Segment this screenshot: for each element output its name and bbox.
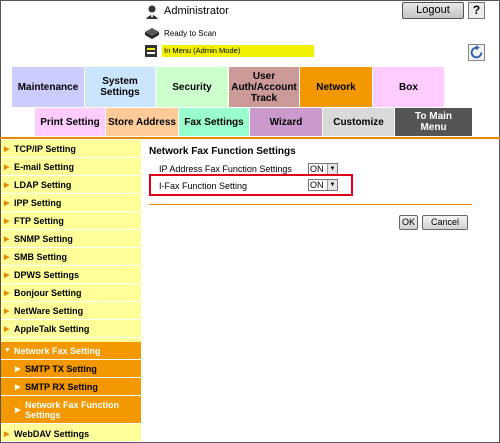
tab-security[interactable]: Security (156, 67, 228, 107)
admin-mode-icon (145, 45, 157, 57)
sidebar-item-label: SMTP RX Setting (25, 381, 98, 392)
sidebar-item-label: AppleTalk Setting (14, 323, 90, 334)
sidebar-item-label: Network Fax Function Settings (25, 399, 120, 420)
mode-indicator: In Menu (Admin Mode) (162, 45, 314, 57)
arrow-icon: ▶ (4, 253, 10, 261)
sidebar-item-label: IPP Setting (14, 197, 62, 208)
sidebar-item-smtp-rx[interactable]: ▶ SMTP RX Setting (1, 378, 141, 396)
tab-maintenance[interactable]: Maintenance (12, 67, 84, 107)
sidebar-item-email[interactable]: ▶ E-mail Setting (1, 158, 141, 176)
tab-system-settings[interactable]: System Settings (85, 67, 155, 107)
scanner-icon (145, 28, 159, 39)
to-main-menu-label: To Main Menu (414, 111, 453, 133)
sidebar-item-network-fax[interactable]: ▼ Network Fax Setting (1, 342, 141, 360)
sidebar-item-label: LDAP Setting (14, 179, 72, 190)
sidebar-item-smb[interactable]: ▶ SMB Setting (1, 248, 141, 266)
sidebar-item-label: SMB Setting (14, 251, 67, 262)
sidebar-item-label: TCP/IP Setting (14, 143, 76, 154)
sidebar-item-ipp[interactable]: ▶ IPP Setting (1, 194, 141, 212)
administrator-icon (146, 5, 158, 19)
arrow-icon: ▶ (4, 289, 10, 297)
content-divider (149, 204, 472, 205)
sidebar-item-ldap[interactable]: ▶ LDAP Setting (1, 176, 141, 194)
sidebar-item-netware[interactable]: ▶ NetWare Setting (1, 302, 141, 320)
arrow-icon: ▶ (4, 307, 10, 315)
tab-store-address[interactable]: Store Address (106, 108, 178, 136)
ok-button[interactable]: OK (399, 215, 418, 230)
sidebar-item-label: E-mail Setting (14, 161, 75, 172)
sidebar-item-smtp-tx[interactable]: ▶ SMTP TX Setting (1, 360, 141, 378)
tab-fax-settings[interactable]: Fax Settings (179, 108, 249, 136)
logout-button[interactable]: Logout (402, 2, 464, 19)
sidebar-item-label: SNMP Setting (14, 233, 73, 244)
chevron-down-icon: ▼ (327, 164, 337, 174)
sidebar-item-ftp[interactable]: ▶ FTP Setting (1, 212, 141, 230)
sidebar-item-label: Network Fax Setting (14, 345, 101, 356)
arrow-icon: ▶ (4, 199, 10, 207)
sidebar-item-bonjour[interactable]: ▶ Bonjour Setting (1, 284, 141, 302)
sidebar-item-label: FTP Setting (14, 215, 64, 226)
sidebar-item-label: DPWS Settings (14, 269, 80, 280)
sidebar-item-label: WebDAV Settings (14, 428, 90, 439)
page-title: Network Fax Function Settings (149, 146, 296, 157)
user-label: Administrator (164, 5, 229, 17)
arrow-icon: ▶ (4, 163, 10, 171)
sidebar-item-label: SMTP TX Setting (25, 363, 97, 374)
tab-print-setting[interactable]: Print Setting (35, 108, 105, 136)
cancel-button[interactable]: Cancel (422, 215, 468, 230)
sidebar-item-tcpip[interactable]: ▶ TCP/IP Setting (1, 140, 141, 158)
highlight-box (149, 174, 353, 196)
arrow-icon: ▶ (4, 217, 10, 225)
sidebar-item-label: Bonjour Setting (14, 287, 82, 298)
sidebar: ▶ TCP/IP Setting ▶ E-mail Setting ▶ LDAP Se… (1, 140, 141, 442)
refresh-icon[interactable] (468, 44, 485, 61)
ip-fax-setting-label: IP Address Fax Function Settings (159, 164, 292, 174)
tab-box[interactable]: Box (373, 67, 444, 107)
arrow-down-icon: ▼ (4, 347, 11, 354)
arrow-icon: ▶ (15, 365, 21, 373)
tab-user-auth[interactable]: User Auth/Account Track (229, 67, 299, 107)
arrow-icon: ▶ (4, 145, 10, 153)
tab-wizard[interactable]: Wizard (250, 108, 322, 136)
sidebar-item-dpws[interactable]: ▶ DPWS Settings (1, 266, 141, 284)
arrow-icon: ▶ (15, 383, 21, 391)
tab-network[interactable]: Network (300, 67, 372, 107)
sidebar-item-webdav[interactable]: ▶ WebDAV Settings (1, 426, 141, 442)
tab-to-main-menu[interactable]: To Main Menu (395, 108, 472, 136)
arrow-icon: ▶ (4, 430, 10, 438)
tab-divider (0, 137, 500, 139)
sidebar-item-snmp[interactable]: ▶ SNMP Setting (1, 230, 141, 248)
arrow-icon: ▶ (4, 325, 10, 333)
sidebar-item-label: NetWare Setting (14, 305, 84, 316)
arrow-icon: ▶ (15, 406, 21, 414)
select-value: ON (310, 164, 324, 174)
arrow-icon: ▶ (4, 181, 10, 189)
device-status: Ready to Scan (164, 29, 217, 38)
sidebar-item-appletalk[interactable]: ▶ AppleTalk Setting (1, 320, 141, 338)
help-button[interactable]: ? (468, 2, 485, 19)
arrow-icon: ▶ (4, 271, 10, 279)
sidebar-item-network-fax-function[interactable]: ▶ Network Fax Function Settings (1, 396, 141, 424)
tab-customize[interactable]: Customize (323, 108, 394, 136)
arrow-icon: ▶ (4, 235, 10, 243)
